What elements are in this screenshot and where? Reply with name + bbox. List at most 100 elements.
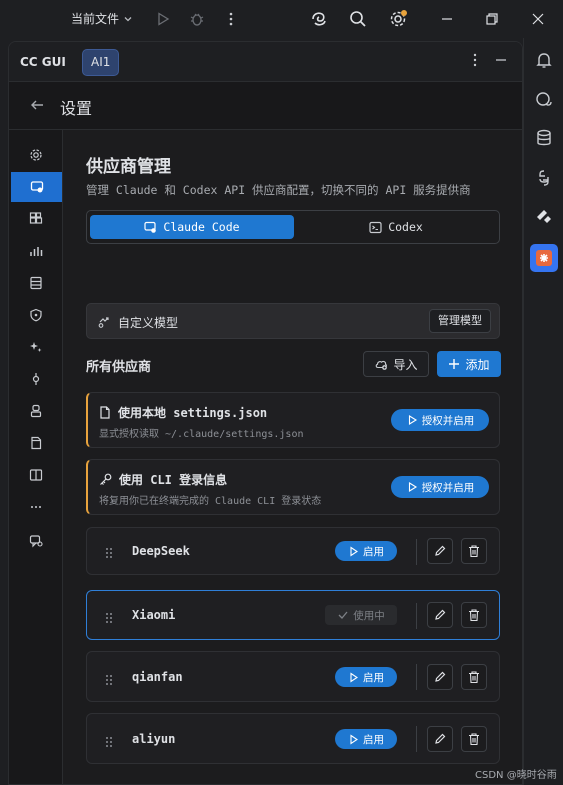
search-icon[interactable] bbox=[347, 8, 369, 30]
divider bbox=[416, 539, 417, 565]
nav-providers[interactable] bbox=[11, 172, 62, 202]
section-title: 所有供应商 bbox=[86, 360, 152, 375]
delete-button[interactable] bbox=[461, 664, 487, 690]
hide-tool-window-icon[interactable] bbox=[493, 52, 509, 72]
authorize-enable-button[interactable]: 授权并启用 bbox=[391, 476, 489, 498]
nav-skills[interactable] bbox=[9, 332, 63, 362]
settings-nav bbox=[9, 130, 63, 784]
enable-button[interactable]: 启用 bbox=[335, 729, 397, 749]
card-description: 将复用你已在终端完成的 Claude CLI 登录状态 bbox=[99, 496, 322, 507]
tab-codex[interactable]: Codex bbox=[294, 215, 498, 239]
pencil-icon bbox=[435, 609, 446, 620]
page-subtitle: 管理 Claude 和 Codex API 供应商配置，切换不同的 API 服务… bbox=[86, 183, 471, 197]
card-title-row: 使用 CLI 登录信息 bbox=[99, 471, 227, 488]
drag-handle-icon[interactable] bbox=[105, 609, 113, 628]
settings-title: 设置 bbox=[60, 99, 93, 118]
nav-feedback[interactable] bbox=[9, 526, 63, 556]
plus-icon bbox=[449, 359, 460, 369]
nav-prompts[interactable] bbox=[9, 428, 63, 458]
cc-gui-plugin-icon[interactable] bbox=[530, 244, 558, 272]
import-button[interactable]: 导入 bbox=[363, 351, 429, 377]
manage-models-button[interactable]: 管理模型 bbox=[429, 309, 491, 333]
drag-handle-icon[interactable] bbox=[105, 733, 113, 752]
close-window-icon[interactable] bbox=[527, 8, 549, 30]
provider-row[interactable]: qianfan 启用 bbox=[86, 651, 500, 702]
more-vertical-icon[interactable] bbox=[220, 8, 242, 30]
sparkle-icon bbox=[30, 342, 42, 352]
tool-window-options-icon[interactable] bbox=[467, 52, 483, 72]
nav-permissions[interactable] bbox=[9, 300, 63, 330]
drag-handle-icon[interactable] bbox=[105, 544, 113, 563]
provider-row-active[interactable]: Xiaomi 使用中 bbox=[86, 590, 500, 640]
terminal-icon bbox=[369, 221, 382, 233]
provider-row[interactable]: DeepSeek 启用 bbox=[86, 527, 500, 575]
nav-agents[interactable] bbox=[9, 396, 63, 426]
python-icon[interactable] bbox=[532, 166, 556, 190]
tab-ai1[interactable]: AI1 bbox=[82, 49, 120, 76]
agent-icon bbox=[30, 404, 42, 418]
nav-storage[interactable] bbox=[9, 268, 63, 298]
provider-name: qianfan bbox=[132, 670, 183, 684]
chat-icon[interactable] bbox=[532, 88, 556, 112]
right-tool-strip bbox=[523, 38, 563, 785]
trash-icon bbox=[469, 733, 479, 746]
enable-button[interactable]: 启用 bbox=[335, 667, 397, 687]
settings-gear-icon[interactable] bbox=[387, 8, 409, 30]
provider-row[interactable]: aliyun 启用 bbox=[86, 713, 500, 764]
list-box-icon bbox=[30, 276, 42, 290]
tab-claude-code[interactable]: Claude Code bbox=[90, 215, 294, 239]
pencil-icon bbox=[435, 733, 446, 744]
enable-button[interactable]: 启用 bbox=[335, 541, 397, 561]
nav-commits[interactable] bbox=[9, 364, 63, 394]
drag-handle-icon[interactable] bbox=[105, 671, 113, 690]
tool-window-title: CC GUI bbox=[20, 55, 66, 69]
play-icon bbox=[350, 545, 358, 557]
current-file-selector[interactable]: 当前文件 bbox=[71, 10, 133, 27]
delete-button[interactable] bbox=[461, 726, 487, 752]
divider bbox=[416, 726, 417, 752]
notifications-icon[interactable] bbox=[532, 48, 556, 72]
play-circle-icon bbox=[408, 482, 417, 492]
nav-extensions[interactable] bbox=[9, 204, 63, 234]
commit-icon bbox=[32, 373, 40, 385]
trash-icon bbox=[469, 545, 479, 558]
shield-icon bbox=[30, 308, 42, 322]
minimize-window-icon[interactable] bbox=[436, 8, 458, 30]
pencil-icon bbox=[435, 671, 446, 682]
page-title: 供应商管理 bbox=[86, 157, 171, 177]
debug-icon[interactable] bbox=[186, 8, 208, 30]
delete-button[interactable] bbox=[461, 602, 487, 628]
edit-button[interactable] bbox=[427, 538, 453, 564]
cli-login-card: 使用 CLI 登录信息 将复用你已在终端完成的 Claude CLI 登录状态 … bbox=[86, 459, 500, 515]
custom-model-icon bbox=[97, 314, 111, 333]
nav-general[interactable] bbox=[9, 140, 63, 170]
back-arrow-icon[interactable] bbox=[29, 97, 45, 117]
gear-icon bbox=[30, 149, 42, 161]
plugin-icon[interactable] bbox=[532, 205, 556, 229]
in-use-label: 使用中 bbox=[353, 609, 385, 622]
custom-model-row[interactable]: 自定义模型 管理模型 bbox=[86, 303, 500, 339]
check-icon bbox=[338, 611, 348, 619]
nav-usage[interactable] bbox=[9, 236, 63, 266]
card-description: 显式授权读取 ~/.claude/settings.json bbox=[99, 429, 304, 440]
nav-docs[interactable] bbox=[9, 460, 63, 490]
play-icon bbox=[350, 733, 358, 745]
ai-assistant-icon[interactable] bbox=[308, 8, 330, 30]
claude-code-icon bbox=[144, 221, 157, 233]
edit-button[interactable] bbox=[427, 726, 453, 752]
watermark: CSDN @晓时谷雨 bbox=[475, 770, 557, 781]
card-title-row: 使用本地 settings.json bbox=[99, 404, 267, 421]
settings-header: 设置 bbox=[9, 82, 522, 130]
edit-button[interactable] bbox=[427, 602, 453, 628]
delete-button[interactable] bbox=[461, 538, 487, 564]
tool-window-header: CC GUI AI1 bbox=[9, 42, 522, 82]
document-icon bbox=[31, 436, 42, 450]
edit-button[interactable] bbox=[427, 664, 453, 690]
database-icon[interactable] bbox=[532, 126, 556, 150]
tab-codex-label: Codex bbox=[388, 220, 423, 234]
run-icon[interactable] bbox=[152, 8, 174, 30]
restore-window-icon[interactable] bbox=[481, 8, 503, 30]
authorize-enable-button[interactable]: 授权并启用 bbox=[391, 409, 489, 431]
add-provider-button[interactable]: 添加 bbox=[437, 351, 501, 377]
nav-more[interactable] bbox=[9, 492, 63, 522]
